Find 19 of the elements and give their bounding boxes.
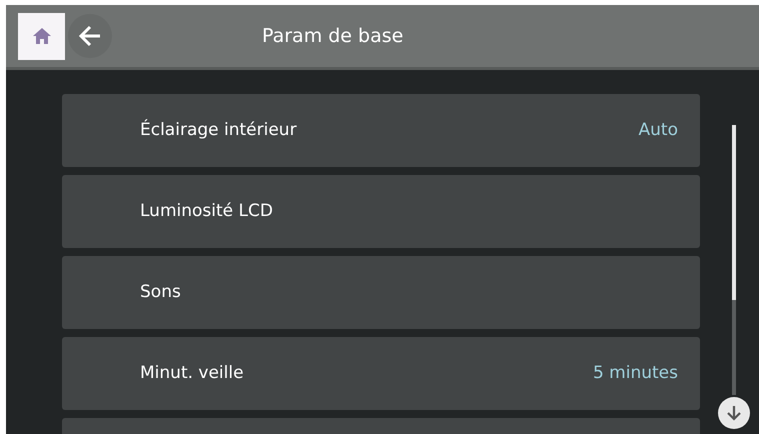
setting-value: Auto (638, 118, 678, 142)
down-arrow-icon (724, 404, 742, 422)
back-arrow-icon (78, 25, 102, 47)
setting-label: Éclairage intérieur (140, 118, 297, 142)
page-title: Param de base (262, 24, 404, 49)
setting-label: Sons (140, 280, 181, 304)
scroll-down-button[interactable] (718, 397, 750, 429)
scrollbar-thumb[interactable] (732, 125, 736, 300)
settings-row[interactable]: Sons (62, 256, 700, 329)
back-button[interactable] (68, 14, 112, 58)
settings-row[interactable]: Minut. veille 5 minutes (62, 337, 700, 410)
home-icon (32, 27, 52, 45)
settings-row[interactable]: Luminosité LCD (62, 175, 700, 248)
setting-label: Minut. veille (140, 362, 244, 385)
home-button[interactable] (18, 12, 65, 60)
setting-label: Luminosité LCD (140, 200, 273, 223)
settings-row[interactable]: Éclairage intérieur Auto (62, 94, 700, 167)
scrollbar[interactable] (732, 125, 736, 395)
setting-value: 5 minutes (592, 362, 678, 385)
